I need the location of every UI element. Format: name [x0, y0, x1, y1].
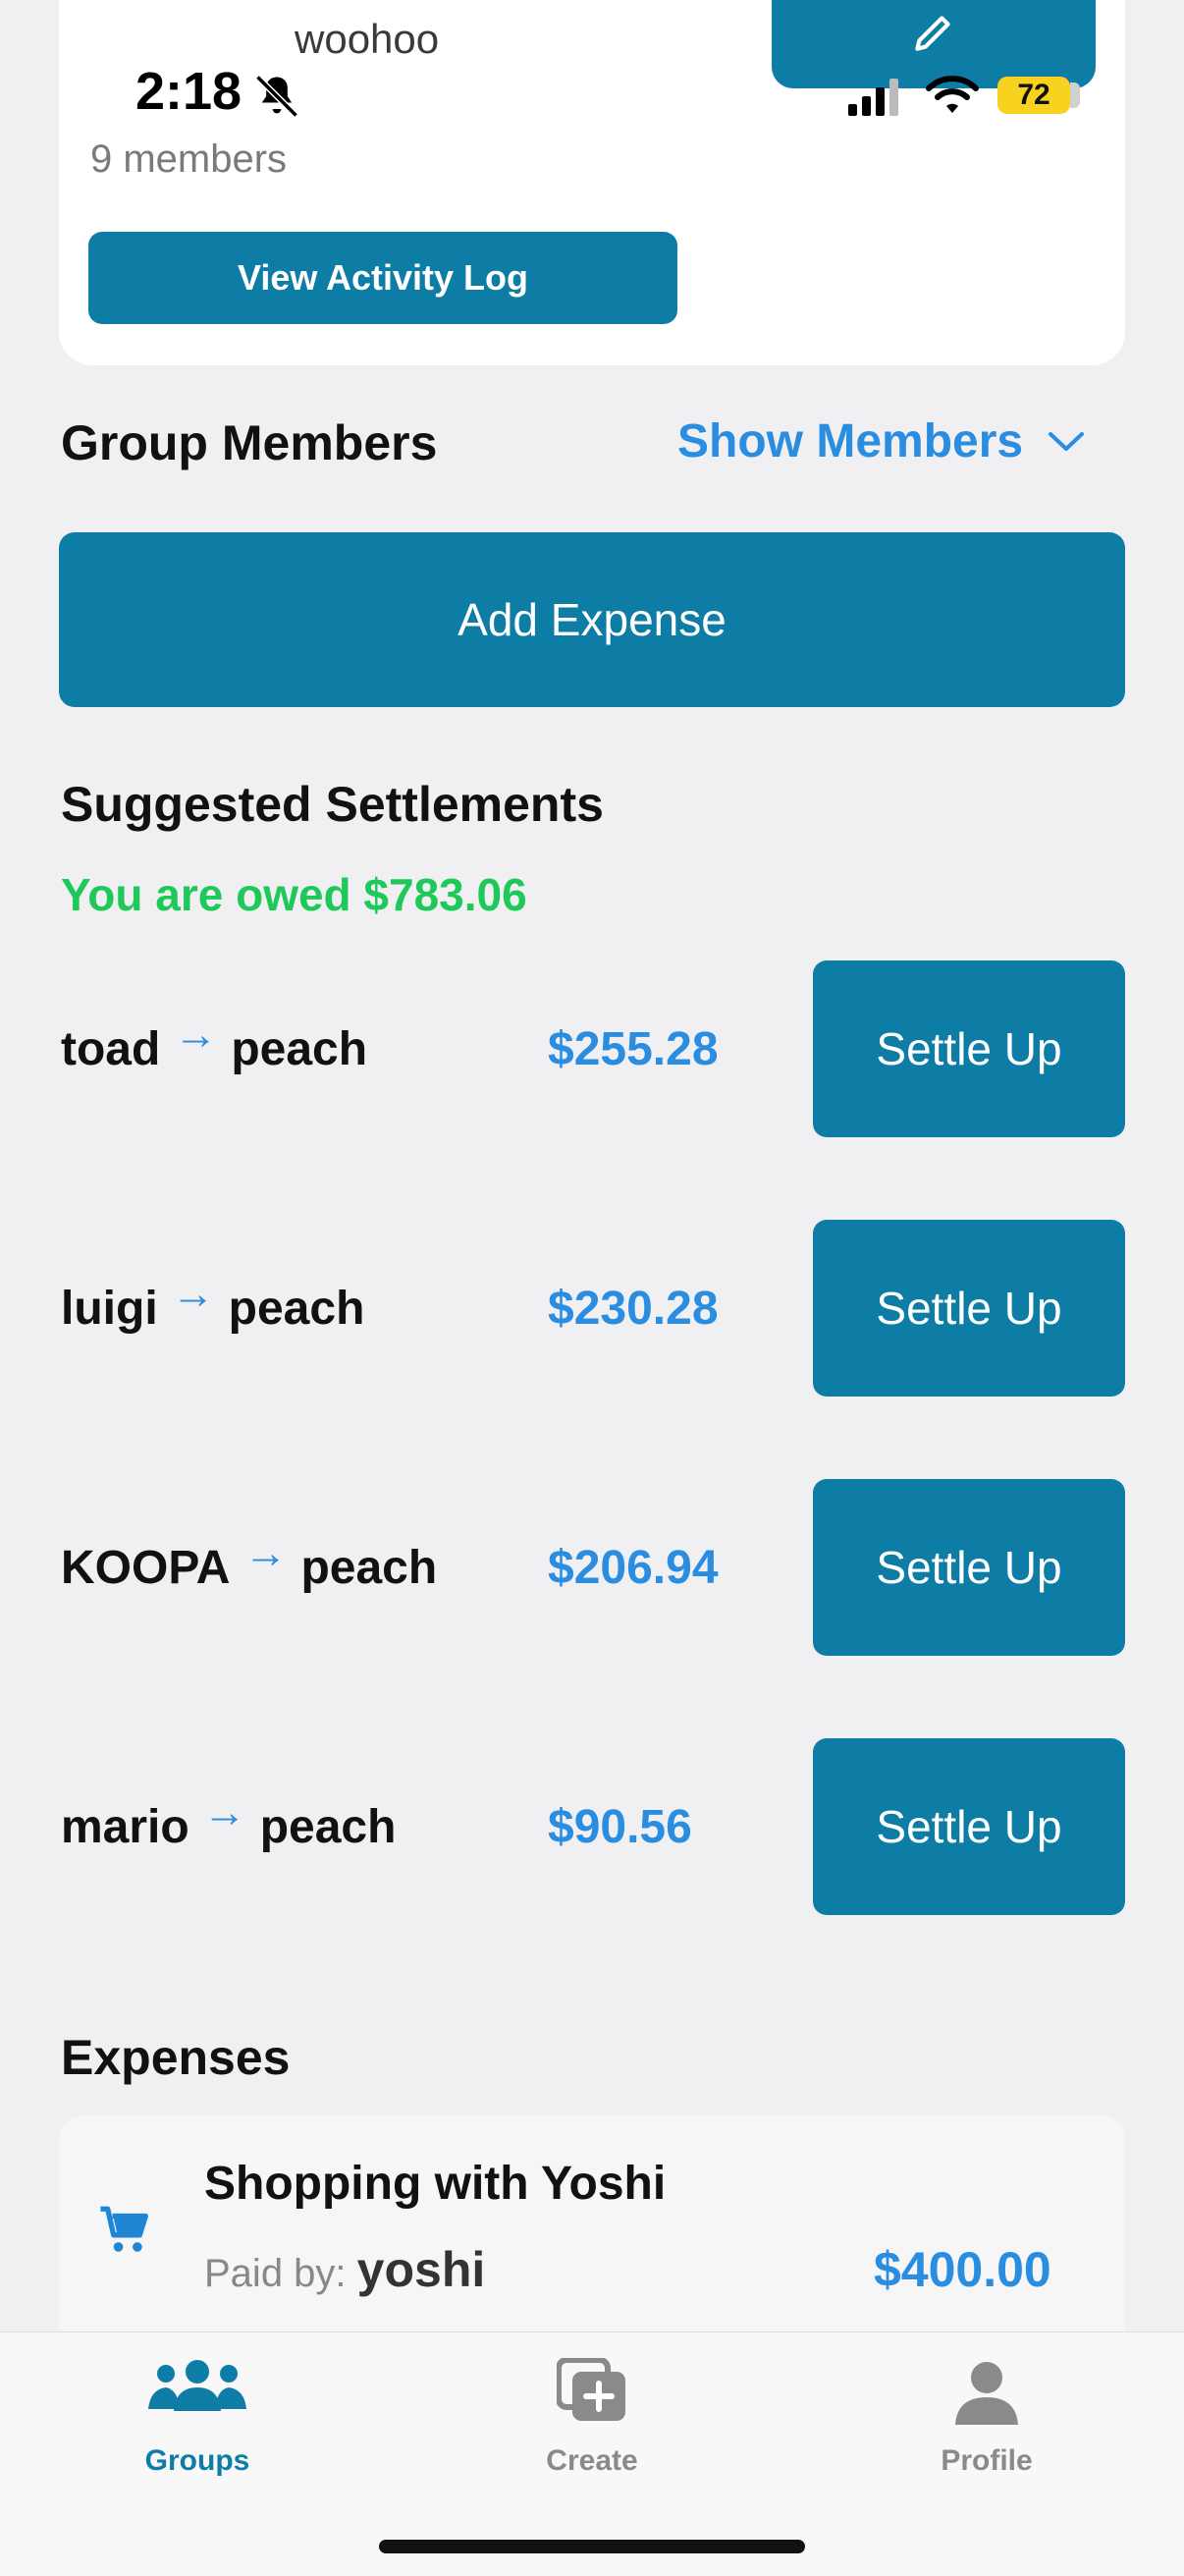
settlement-row: mario → peach $90.56 Settle Up	[59, 1738, 1125, 1915]
settle-up-button[interactable]: Settle Up	[813, 1479, 1125, 1656]
group-name: woohoo	[295, 16, 440, 62]
profile-icon	[955, 2362, 1018, 2425]
paid-by-name: yoshi	[356, 2242, 486, 2297]
add-expense-button[interactable]: Add Expense	[59, 532, 1125, 707]
groups-icon	[148, 2360, 246, 2411]
settlement-from: luigi	[61, 1282, 158, 1335]
show-members-toggle[interactable]: Show Members	[677, 414, 1086, 468]
status-time: 2:18	[135, 62, 242, 121]
wifi-icon	[926, 76, 979, 113]
show-members-label: Show Members	[677, 415, 1024, 467]
settlement-from: mario	[61, 1800, 189, 1853]
settlement-row: toad → peach $255.28 Settle Up	[59, 960, 1125, 1137]
settlement-parties: mario → peach	[61, 1738, 396, 1915]
settlement-to: peach	[228, 1282, 365, 1335]
settlement-parties: toad → peach	[61, 960, 367, 1137]
settlement-amount: $230.28	[548, 1282, 719, 1335]
expense-title: Shopping with Yoshi	[204, 2158, 667, 2210]
expenses-title: Expenses	[61, 2030, 291, 2085]
settle-up-button[interactable]: Settle Up	[813, 960, 1125, 1137]
settlement-from: toad	[61, 1022, 161, 1075]
settlement-amount: $90.56	[548, 1800, 692, 1853]
chevron-down-icon	[1049, 431, 1085, 451]
settlement-row: luigi → peach $230.28 Settle Up	[59, 1220, 1125, 1397]
settlement-parties: luigi → peach	[61, 1220, 364, 1397]
tab-profile[interactable]: Profile	[789, 2332, 1184, 2529]
settlement-from: KOOPA	[61, 1541, 231, 1594]
settlement-to: peach	[259, 1800, 397, 1853]
battery-tip	[1070, 82, 1080, 108]
settlement-row: KOOPA → peach $206.94 Settle Up	[59, 1479, 1125, 1656]
group-members-title: Group Members	[61, 415, 438, 470]
tab-groups[interactable]: Groups	[0, 2332, 395, 2529]
settlement-to: peach	[300, 1541, 438, 1594]
arrow-right-icon: →	[243, 1529, 288, 1577]
cellular-signal-icon	[848, 79, 898, 116]
suggested-settlements-title: Suggested Settlements	[61, 777, 604, 832]
arrow-right-icon: →	[174, 1011, 218, 1059]
view-activity-log-button[interactable]: View Activity Log	[88, 232, 677, 324]
tab-create-label: Create	[546, 2444, 638, 2477]
create-icon	[557, 2358, 625, 2421]
owed-summary: You are owed $783.06	[61, 869, 527, 920]
paid-by-label: Paid by:	[204, 2252, 347, 2295]
settle-up-button[interactable]: Settle Up	[813, 1738, 1125, 1915]
tab-create[interactable]: Create	[395, 2332, 789, 2529]
settlement-to: peach	[231, 1022, 368, 1075]
expense-amount: $400.00	[874, 2242, 1051, 2297]
settlement-amount: $206.94	[548, 1541, 719, 1594]
settle-up-button[interactable]: Settle Up	[813, 1220, 1125, 1397]
battery-indicator: 72	[997, 77, 1070, 114]
home-indicator[interactable]	[379, 2540, 805, 2553]
arrow-right-icon: →	[171, 1270, 215, 1318]
arrow-right-icon: →	[202, 1788, 246, 1836]
settlement-parties: KOOPA → peach	[61, 1479, 437, 1656]
tab-groups-label: Groups	[144, 2444, 250, 2477]
bell-slash-icon	[255, 75, 298, 118]
tab-profile-label: Profile	[941, 2444, 1033, 2477]
cart-icon	[100, 2206, 148, 2252]
expense-paid-by: Paid by: yoshi	[204, 2241, 485, 2298]
settlement-amount: $255.28	[548, 1022, 719, 1075]
pencil-icon	[915, 16, 950, 51]
members-count: 9 members	[90, 137, 288, 181]
